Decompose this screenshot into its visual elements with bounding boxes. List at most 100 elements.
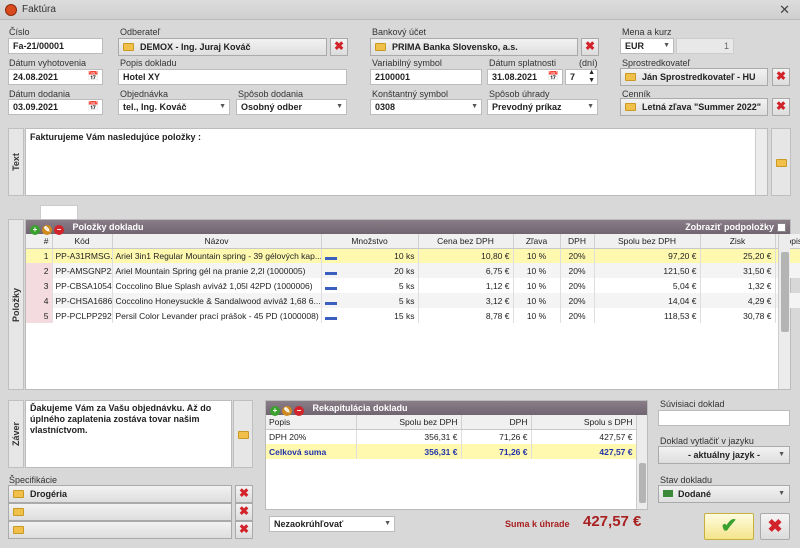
days-stepper[interactable]: 7 ▲ ▼: [565, 69, 598, 85]
cancel-button[interactable]: ✖: [760, 513, 790, 540]
clear-spec-3-button[interactable]: ✖: [235, 521, 253, 539]
remove-icon[interactable]: −: [54, 225, 64, 235]
rekap-total-dph: 71,26 €: [461, 444, 532, 459]
rate-field: 1: [676, 38, 734, 54]
spec-select-3[interactable]: [8, 521, 232, 539]
spec-select-2[interactable]: [8, 503, 232, 521]
items-cell-nazov: Persil Color Levander prací prášok - 45 …: [112, 308, 322, 323]
table-row[interactable]: 3 PP-CBSA10542 Coccolino Blue Splash avivá…: [26, 278, 800, 293]
chevron-down-icon: ▼: [336, 103, 343, 110]
items-cell-dph: 20%: [560, 248, 595, 263]
items-cell-mnozstvo: 20 ks: [321, 263, 419, 278]
folder-icon: [625, 73, 636, 81]
sposob-uhrady-dropdown[interactable]: Prevodný príkaz ▼: [487, 99, 598, 115]
zaver-text[interactable]: Ďakujeme Vám za Vašu objednávku. Až do ú…: [25, 400, 232, 468]
clear-spec-1-button[interactable]: ✖: [235, 485, 253, 503]
show-sub-checkbox[interactable]: [777, 223, 786, 232]
table-row[interactable]: 5PP-PCLPP292...Persil Color Levander pra…: [26, 308, 800, 323]
clear-cennik-button[interactable]: ✖: [772, 98, 790, 116]
bankovy-ucet-select[interactable]: PRIMA Banka Slovensko, a.s.: [370, 38, 578, 56]
objednavka-dropdown[interactable]: tel., Ing. Kováč ▼: [118, 99, 230, 115]
items-cell-kod: PP-A31RMSG...: [52, 248, 113, 263]
add-icon[interactable]: +: [30, 225, 40, 235]
clear-bankovy-ucet-button[interactable]: ✖: [581, 38, 599, 56]
confirm-button[interactable]: ✔: [704, 513, 754, 540]
items-subtab[interactable]: [40, 205, 78, 219]
suvisiaci-label: Súvisiaci doklad: [660, 399, 725, 409]
datum-splatnosti-label: Dátum splatnosti: [489, 58, 557, 68]
items-col-num[interactable]: #: [26, 234, 53, 249]
folder-icon[interactable]: [776, 159, 787, 167]
title-bar: Faktúra ✕: [0, 0, 800, 20]
popis-dokladu-label: Popis dokladu: [120, 58, 177, 68]
calendar-icon[interactable]: 📅: [88, 101, 99, 112]
stepper-arrows-icon[interactable]: ▲ ▼: [588, 70, 595, 84]
popis-dokladu-field[interactable]: Hotel XY: [118, 69, 347, 85]
items-cell-n: 3: [26, 278, 53, 293]
days-value: 7: [570, 72, 576, 82]
datum-vyhotovenia-label: Dátum vyhotovenia: [9, 58, 87, 68]
add-icon[interactable]: +: [270, 406, 280, 416]
rekap-scroll-thumb[interactable]: [639, 463, 646, 503]
items-col-kod[interactable]: Kód: [52, 234, 113, 249]
datum-splatnosti-field[interactable]: 31.08.2021 📅: [487, 69, 563, 85]
rekap-row[interactable]: DPH 20% 356,31 € 71,26 € 427,57 €: [266, 429, 637, 444]
tab-zaver[interactable]: Záver: [8, 400, 24, 468]
clear-odberatel-button[interactable]: ✖: [330, 38, 348, 56]
datum-vyhotovenia-field[interactable]: 24.08.2021 📅: [8, 69, 103, 85]
items-col-cena[interactable]: Cena bez DPH: [418, 234, 514, 249]
folder-icon: [13, 490, 24, 498]
stav-dropdown[interactable]: Dodané ▼: [658, 485, 790, 503]
konstantny-symbol-dropdown[interactable]: 0308 ▼: [370, 99, 482, 115]
items-scroll-thumb[interactable]: [781, 252, 789, 332]
items-col-spolu[interactable]: Spolu bez DPH: [594, 234, 701, 249]
tab-text[interactable]: Text: [8, 128, 24, 196]
folder-icon: [625, 103, 636, 111]
sposob-dodania-dropdown[interactable]: Osobný odber ▼: [236, 99, 347, 115]
tab-polozky[interactable]: Položky: [8, 219, 24, 390]
folder-icon: [375, 43, 386, 51]
items-col-zlava[interactable]: Zľava: [513, 234, 561, 249]
chevron-down-icon: ▼: [663, 42, 670, 49]
bankovy-ucet-value: PRIMA Banka Slovensko, a.s.: [392, 42, 518, 52]
calendar-icon[interactable]: 📅: [548, 71, 559, 82]
items-col-mnozstvo[interactable]: Množstvo: [321, 234, 419, 249]
table-row[interactable]: 2 PP-AMSGNP22 Ariel Mountain Spring gél na…: [26, 263, 800, 278]
clear-spec-2-button[interactable]: ✖: [235, 503, 253, 521]
clear-sprostredkovatel-button[interactable]: ✖: [772, 68, 790, 86]
items-cell-cena: 10,80 €: [418, 248, 514, 263]
suvisiaci-field[interactable]: [658, 410, 790, 426]
doklad-jazyk-dropdown[interactable]: - aktuálny jazyk - ▼: [658, 446, 790, 464]
items-cell-mnozstvo: 5 ks: [321, 278, 419, 293]
edit-icon[interactable]: ✎: [42, 225, 52, 235]
sprostredkovatel-select[interactable]: Ján Sprostredkovateľ - HU: [620, 68, 768, 86]
items-col-nazov[interactable]: Názov: [112, 234, 322, 249]
close-icon[interactable]: ✕: [779, 2, 790, 18]
table-row[interactable]: 4PP-CHSA1686...Coccolino Honeysuckle & S…: [26, 293, 800, 308]
zaver-side-panel: [233, 400, 253, 468]
rekap-total-row[interactable]: Celková suma 356,31 € 71,26 € 427,57 €: [266, 444, 637, 459]
spec-select-1[interactable]: Drogéria: [8, 485, 232, 503]
rounding-dropdown[interactable]: Nezaokrúhľovať ▼: [269, 516, 395, 532]
text-scrollbar[interactable]: [755, 129, 767, 195]
cennik-select[interactable]: Letná zľava "Summer 2022": [620, 98, 768, 116]
items-cell-mnozstvo: 15 ks: [321, 308, 419, 323]
items-col-zisk[interactable]: Zisk: [700, 234, 776, 249]
currency-dropdown[interactable]: EUR ▼: [620, 38, 674, 54]
datum-dodania-field[interactable]: 03.09.2021 📅: [8, 99, 103, 115]
items-col-dph[interactable]: DPH: [560, 234, 595, 249]
edit-icon[interactable]: ✎: [282, 406, 292, 416]
remove-icon[interactable]: −: [294, 406, 304, 416]
items-scrollbar[interactable]: [778, 234, 790, 389]
cislo-field[interactable]: Fa-21/00001: [8, 38, 103, 54]
rekap-col-dph: DPH: [461, 415, 532, 430]
text-area[interactable]: Fakturujeme Vám nasledujúce položky :: [25, 128, 768, 196]
calendar-icon[interactable]: 📅: [88, 71, 99, 82]
table-row[interactable]: 1 PP-A31RMSG... Ariel 3in1 Regular Mountai…: [26, 248, 800, 263]
odberatel-select[interactable]: DEMOX - Ing. Juraj Kováč: [118, 38, 327, 56]
datum-splatnosti-value: 31.08.2021: [492, 72, 538, 82]
folder-icon[interactable]: [238, 431, 249, 439]
variabilny-symbol-field[interactable]: 2100001: [370, 69, 482, 85]
items-cell-zisk: 30,78 €: [700, 308, 776, 323]
rekap-scrollbar[interactable]: [636, 415, 647, 509]
